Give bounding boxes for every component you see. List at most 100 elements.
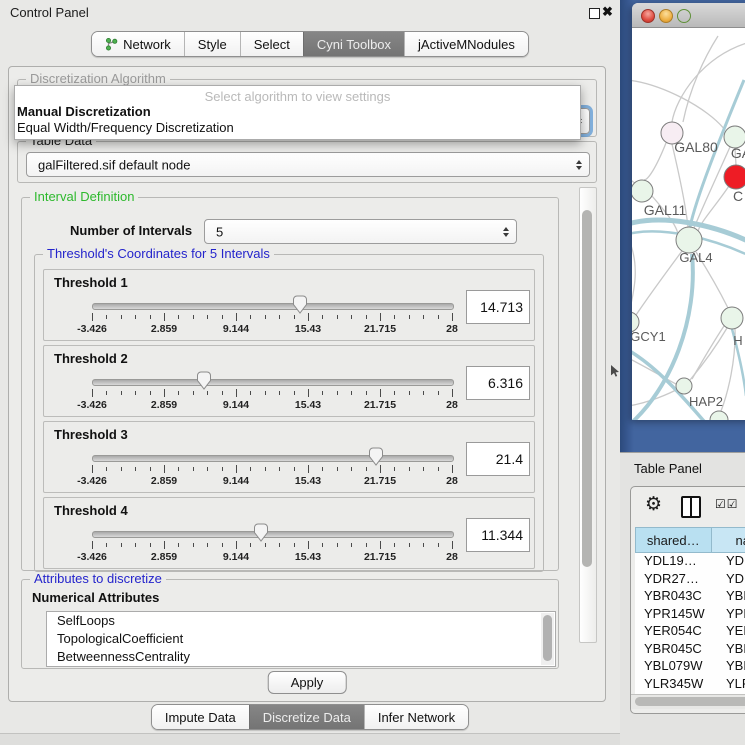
group-title: Interval Definition <box>30 190 138 204</box>
network-canvas[interactable]: GAL80GACGAL11GAL4GCY1HHAP2 <box>632 28 745 420</box>
cell-name: YDL1 <box>722 553 745 571</box>
slider-tick-labels: -3.4262.8599.14415.4321.71528 <box>92 551 452 563</box>
network-node[interactable] <box>724 165 745 189</box>
table-row[interactable]: YBR045CYBR0 <box>635 641 745 659</box>
cell-name: YBL0 <box>722 658 745 676</box>
threshold-value-field[interactable]: 11.344 <box>466 518 530 552</box>
table-data-group: Table Data galFiltered.sif default node <box>17 141 597 183</box>
split-columns-icon[interactable] <box>681 496 701 518</box>
slider-track[interactable] <box>92 303 454 310</box>
slider-ticks <box>92 389 452 398</box>
table-panel-header: Table Panel <box>620 452 745 484</box>
threshold-value-field[interactable]: 14.713 <box>466 290 530 324</box>
numerical-attributes-list[interactable]: SelfLoopsTopologicalCoefficientBetweenne… <box>46 611 556 667</box>
panel-scrollbar[interactable] <box>579 187 597 643</box>
attributes-group: Attributes to discretize Numerical Attri… <box>21 579 559 669</box>
table-body: YDL19…YDL1YDR27…YDR2YBR043CYBR0YPR145WYP… <box>635 553 745 695</box>
network-node[interactable] <box>721 307 743 329</box>
network-edge <box>672 42 745 122</box>
threshold-value-field[interactable]: 21.4 <box>466 442 530 476</box>
table-row[interactable]: YDR27…YDR2 <box>635 571 745 589</box>
network-node[interactable] <box>632 180 653 202</box>
network-window-titlebar <box>632 3 745 28</box>
slider-track[interactable] <box>92 379 454 386</box>
network-edge <box>644 143 666 180</box>
scrollbar-thumb[interactable] <box>635 697 745 706</box>
tab-style[interactable]: Style <box>184 32 240 56</box>
thresholds-group: Threshold's Coordinates for 5 Intervals … <box>34 254 544 572</box>
threshold-panel-1: Threshold 1-3.4262.8599.14415.4321.71528… <box>43 269 535 341</box>
table-row[interactable]: YBL079WYBL0 <box>635 658 745 676</box>
threshold-label: Threshold 3 <box>54 427 128 442</box>
list-item-selfloops[interactable]: SelfLoops <box>47 612 555 630</box>
table-horizontal-scrollbar[interactable] <box>631 694 745 709</box>
tab-label: Infer Network <box>378 710 455 725</box>
table-row[interactable]: YER054CYER0 <box>635 623 745 641</box>
threshold-value-field[interactable]: 6.316 <box>466 366 530 400</box>
cell-name: YBR0 <box>722 641 745 659</box>
mouse-cursor-icon <box>611 365 620 377</box>
popup-option-equal-width-frequency[interactable]: Equal Width/Frequency Discretization <box>15 120 580 136</box>
checkbox-icons[interactable]: ☑☑ <box>715 497 739 511</box>
cell-name: YBR0 <box>722 588 745 606</box>
tab-select[interactable]: Select <box>240 32 303 56</box>
slider-thumb[interactable] <box>196 371 212 390</box>
node-label-c: C <box>733 188 743 204</box>
cell-name: YPR1 <box>722 606 745 624</box>
column-header-name[interactable]: na <box>712 527 745 553</box>
network-edge <box>632 238 635 313</box>
tab-label: jActiveMNodules <box>418 37 515 52</box>
screen: Control Panel ✖ NetworkStyleSelectCyni T… <box>0 0 745 745</box>
slider-track[interactable] <box>92 455 454 462</box>
slider-thumb[interactable] <box>292 295 308 314</box>
list-item-betweennesscentrality[interactable]: BetweennessCentrality <box>47 648 555 666</box>
number-of-intervals-combobox[interactable]: 5 <box>204 219 517 244</box>
control-panel-window: Control Panel ✖ NetworkStyleSelectCyni T… <box>0 0 620 745</box>
table-row[interactable]: YPR145WYPR1 <box>635 606 745 624</box>
cell-name: YER0 <box>722 623 745 641</box>
table-data-combobox[interactable]: galFiltered.sif default node <box>26 152 590 177</box>
list-item-topologicalcoefficient[interactable]: TopologicalCoefficient <box>47 630 555 648</box>
table-row[interactable]: YBR043CYBR0 <box>635 588 745 606</box>
cell-name: YDR2 <box>722 571 745 589</box>
tab-impute-data[interactable]: Impute Data <box>152 705 249 729</box>
popup-option-manual-discretization[interactable]: Manual Discretization <box>15 104 580 120</box>
close-traffic-light-icon[interactable] <box>641 9 655 23</box>
tab-label: Select <box>254 37 290 52</box>
column-header-shared[interactable]: shared… <box>635 527 712 553</box>
tab-discretize-data[interactable]: Discretize Data <box>249 705 364 729</box>
table-panel-title: Table Panel <box>634 461 702 476</box>
cell-shared-name: YER054C <box>635 623 722 641</box>
table-row[interactable]: YDL19…YDL1 <box>635 553 745 571</box>
group-title: Discretization Algorithm <box>26 72 170 86</box>
slider-thumb[interactable] <box>253 523 269 542</box>
table-data-selected: galFiltered.sif default node <box>38 157 190 172</box>
threshold-label: Threshold 2 <box>54 351 128 366</box>
tab-label: Discretize Data <box>263 710 351 725</box>
combo-stepper-icon <box>503 227 509 237</box>
minimize-traffic-light-icon[interactable] <box>659 9 673 23</box>
gear-icon[interactable]: ⚙ <box>645 493 662 515</box>
network-node[interactable] <box>710 411 728 420</box>
slider-tick-labels: -3.4262.8599.14415.4321.71528 <box>92 323 452 335</box>
bottom-tabbar: Impute Data Discretize Data Infer Network <box>0 704 620 730</box>
slider-thumb[interactable] <box>368 447 384 466</box>
tab-jactivemnodules[interactable]: jActiveMNodules <box>404 32 528 56</box>
tab-network[interactable]: Network <box>92 32 184 56</box>
zoom-traffic-light-icon[interactable] <box>677 9 691 23</box>
apply-button[interactable]: Apply <box>268 671 347 694</box>
float-window-icon[interactable] <box>589 8 600 19</box>
list-scrollbar[interactable] <box>541 613 554 665</box>
network-node[interactable] <box>676 378 692 394</box>
slider-track[interactable] <box>92 531 454 538</box>
tab-cyni-toolbox[interactable]: Cyni Toolbox <box>303 32 404 56</box>
scrollbar-thumb[interactable] <box>582 210 592 567</box>
table-row[interactable]: YLR345WYLR3 <box>635 676 745 694</box>
cell-shared-name: YDL19… <box>635 553 722 571</box>
network-edge <box>634 251 682 318</box>
cell-shared-name: YDR27… <box>635 571 722 589</box>
close-icon[interactable]: ✖ <box>602 4 613 20</box>
window-bottom-edge <box>0 733 620 745</box>
table-header-row: shared… na <box>635 527 745 553</box>
tab-infer-network[interactable]: Infer Network <box>364 705 468 729</box>
